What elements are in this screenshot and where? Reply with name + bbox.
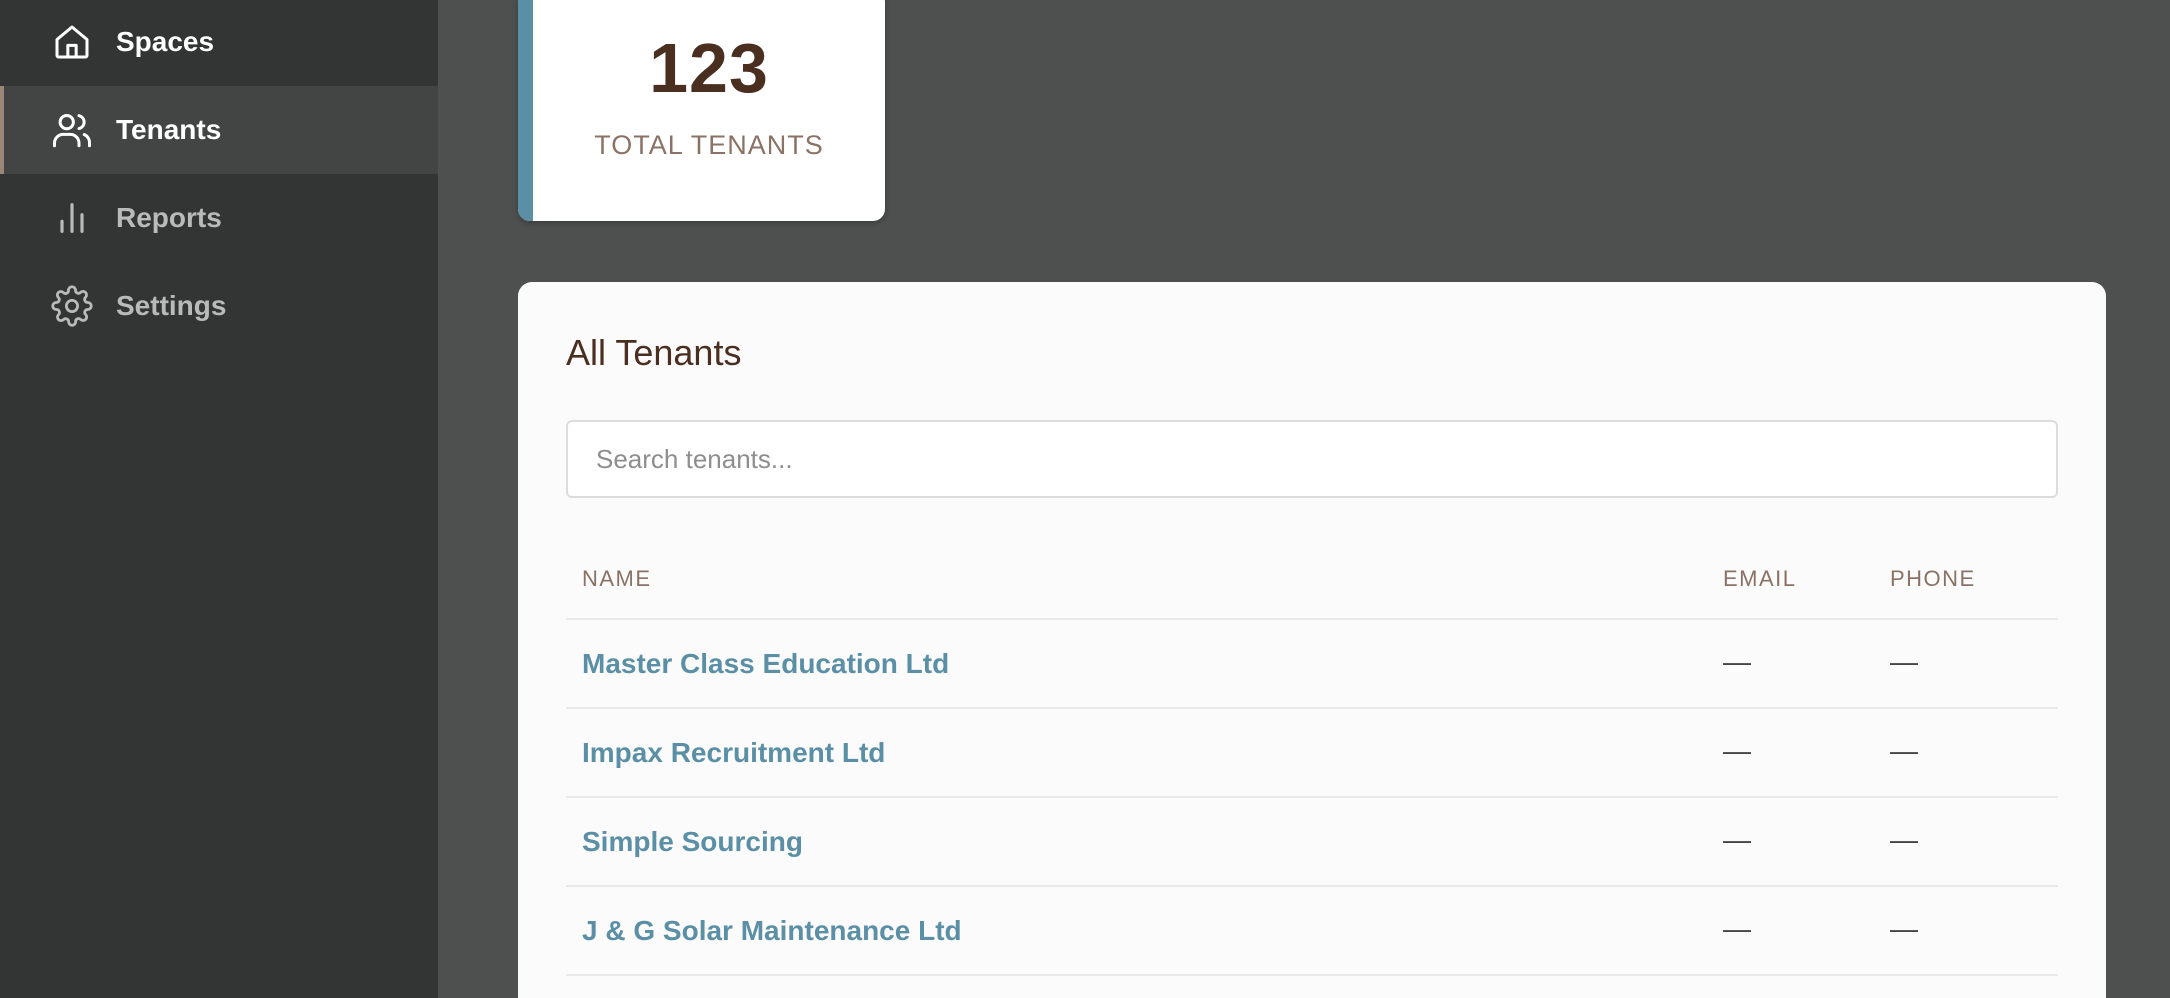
users-icon <box>50 108 94 152</box>
tenant-name-link[interactable]: J & G Solar Maintenance Ltd <box>582 915 962 947</box>
column-header-email: EMAIL <box>1723 566 1797 591</box>
total-tenants-value: 123 <box>649 29 769 107</box>
tenant-phone: — <box>1890 913 1918 944</box>
column-header-phone: PHONE <box>1890 566 1976 591</box>
sidebar-item-label: Settings <box>116 290 227 321</box>
sidebar-item-label: Reports <box>116 202 222 233</box>
sidebar-item-label: Tenants <box>116 114 222 145</box>
tenant-email: — <box>1723 646 1751 677</box>
tenant-name-link[interactable]: Impax Recruitment Ltd <box>582 737 885 769</box>
tenant-email: — <box>1723 913 1751 944</box>
sidebar-item-tenants[interactable]: Tenants <box>0 86 438 174</box>
tenants-table: NAME EMAIL PHONE Master Class Education … <box>566 538 2058 976</box>
sidebar-item-reports[interactable]: Reports <box>0 174 438 262</box>
tenant-phone: — <box>1890 646 1918 677</box>
table-row: Impax Recruitment Ltd — — <box>566 709 2058 798</box>
all-tenants-panel: All Tenants NAME EMAIL PHONE Master Clas… <box>518 282 2106 998</box>
sidebar: Spaces Tenants Reports Settings <box>0 0 438 998</box>
sidebar-item-spaces[interactable]: Spaces <box>0 0 438 86</box>
table-row: J & G Solar Maintenance Ltd — — <box>566 887 2058 976</box>
table-row: Master Class Education Ltd — — <box>566 620 2058 709</box>
tenant-name-link[interactable]: Master Class Education Ltd <box>582 648 949 680</box>
tenant-email: — <box>1723 824 1751 855</box>
total-tenants-label: TOTAL TENANTS <box>594 130 824 160</box>
search-input[interactable] <box>566 420 2058 498</box>
total-tenants-card: 123 TOTAL TENANTS <box>518 0 885 221</box>
tenant-phone: — <box>1890 824 1918 855</box>
card-accent-bar <box>518 0 533 221</box>
column-header-name: NAME <box>582 566 652 591</box>
table-header: NAME EMAIL PHONE <box>566 538 2058 620</box>
table-row: Simple Sourcing — — <box>566 798 2058 887</box>
tenant-name-link[interactable]: Simple Sourcing <box>582 826 803 858</box>
home-icon <box>50 20 94 64</box>
tenant-phone: — <box>1890 735 1918 766</box>
gear-icon <box>50 284 94 328</box>
sidebar-item-settings[interactable]: Settings <box>0 262 438 350</box>
panel-title: All Tenants <box>566 332 742 373</box>
sidebar-item-label: Spaces <box>116 26 215 57</box>
bar-chart-icon <box>50 196 94 240</box>
tenant-email: — <box>1723 735 1751 766</box>
